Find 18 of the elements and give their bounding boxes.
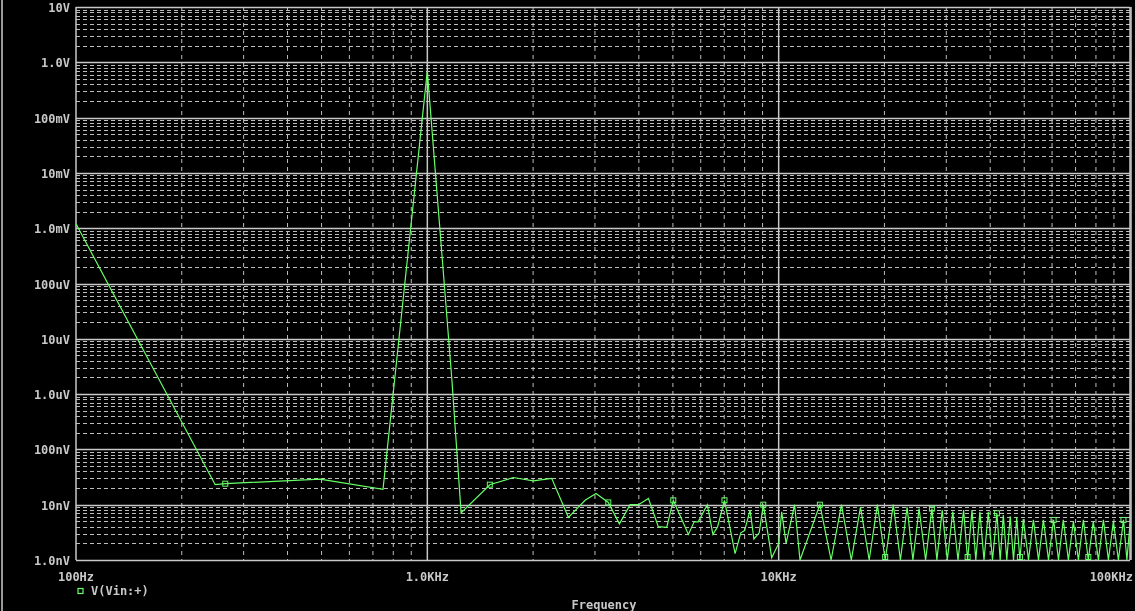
y-axis-label: 1.0uV (33, 387, 70, 402)
x-axis-label: 100Hz (57, 570, 95, 584)
y-axis-label: 1.0nV (33, 553, 70, 568)
y-axis-label: 10mV (41, 166, 70, 181)
x-axis-title: Frequency (571, 598, 637, 611)
y-axis-label: 100mV (33, 111, 70, 126)
legend-label: V(Vin:+) (91, 584, 149, 598)
y-axis-label: 1.0mV (33, 221, 70, 236)
y-axis-label: 1.0V (41, 55, 70, 70)
x-axis-label: 100KHz (1089, 570, 1133, 584)
legend-marker-icon (77, 587, 84, 595)
y-axis-label: 10nV (41, 498, 70, 513)
y-axis-label: 10uV (41, 332, 70, 347)
x-axis-label: 10KHz (760, 570, 797, 584)
y-axis-label: 100uV (33, 277, 70, 292)
y-axis-label: 100nV (33, 442, 70, 457)
x-axis-label: 1.0KHz (405, 570, 449, 584)
y-axis-label: 10V (48, 0, 70, 15)
